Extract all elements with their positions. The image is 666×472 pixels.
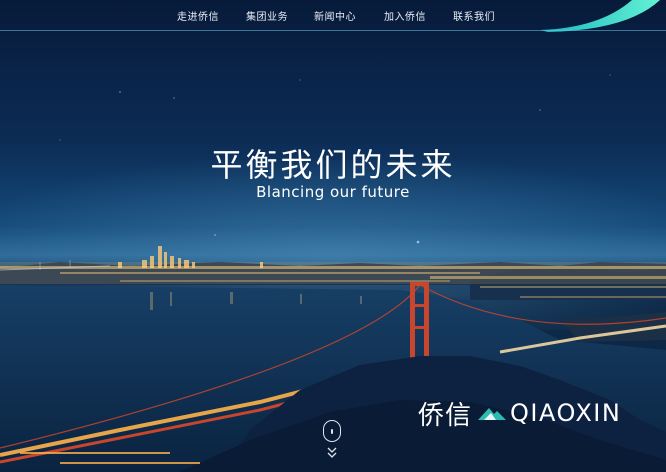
mouse-scroll-icon[interactable] [323,420,341,442]
hero-banner: 走进侨信 集团业务 新闻中心 加入侨信 联系我们 平衡我们的未来 Blancin… [0,0,666,472]
nav-item-about[interactable]: 走进侨信 [177,8,219,23]
brand-name-en: QIAOXIN [510,399,622,427]
scroll-wheel-dot [331,429,333,434]
nav-item-careers[interactable]: 加入侨信 [384,8,426,23]
brand-logo[interactable]: 侨信 QIAOXIN [418,396,622,431]
nav-item-news[interactable]: 新闻中心 [314,8,356,23]
hero-subtitle: Blancing our future [256,183,410,201]
double-chevron-down-icon[interactable] [326,446,338,460]
nav-item-business[interactable]: 集团业务 [246,8,288,23]
nav-item-contact[interactable]: 联系我们 [453,8,495,23]
nav-divider [0,30,666,31]
mountain-logo-icon [478,408,507,420]
brand-name-cn: 侨信 [418,400,473,431]
top-nav: 走进侨信 集团业务 新闻中心 加入侨信 联系我们 [0,0,666,32]
hero-title: 平衡我们的未来 [210,146,456,184]
